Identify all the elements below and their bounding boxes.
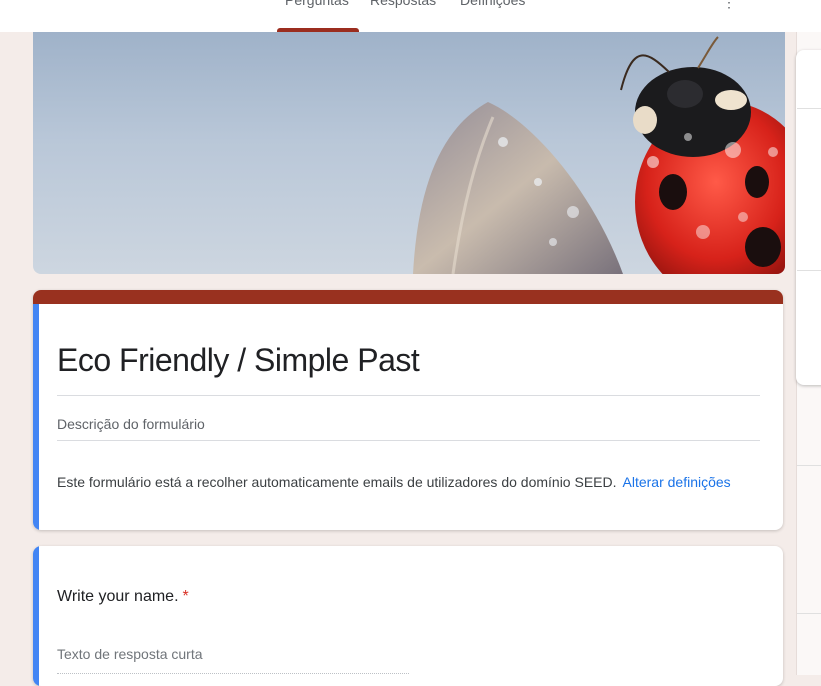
tab-responses[interactable]: Respostas	[370, 0, 436, 20]
selected-card-indicator	[33, 546, 39, 686]
question-text: Write your name.	[57, 588, 179, 605]
short-answer-placeholder: Texto de resposta curta	[57, 646, 203, 662]
form-tab-bar: Perguntas Respostas Definições ⋮	[0, 0, 821, 32]
floating-toolbar[interactable]	[796, 50, 821, 385]
tab-questions[interactable]: Perguntas	[285, 0, 349, 20]
header-image	[33, 32, 785, 274]
email-notice-text: Este formulário está a recolher automati…	[57, 474, 617, 490]
question-title[interactable]: Write your name. *	[57, 588, 189, 606]
more-options-icon[interactable]: ⋮	[722, 0, 736, 11]
form-title-card[interactable]: Eco Friendly / Simple Past Descrição do …	[33, 290, 783, 530]
toolbar-divider	[797, 465, 821, 466]
ladybug-header-image	[413, 36, 785, 274]
theme-color-band	[33, 290, 783, 304]
email-collection-notice: Este formulário está a recolher automati…	[57, 474, 731, 490]
answer-underline	[57, 672, 409, 674]
toolbar-divider	[797, 270, 821, 271]
required-asterisk: *	[182, 588, 189, 605]
tab-settings[interactable]: Definições	[460, 0, 525, 20]
change-settings-link[interactable]: Alterar definições	[623, 474, 731, 490]
toolbar-divider	[797, 108, 821, 109]
description-underline	[57, 440, 760, 441]
title-underline	[57, 395, 760, 396]
form-description-field[interactable]: Descrição do formulário	[57, 416, 205, 432]
form-title[interactable]: Eco Friendly / Simple Past	[57, 342, 757, 379]
toolbar-divider	[797, 613, 821, 614]
question-card[interactable]: Write your name. * Texto de resposta curt…	[33, 546, 783, 686]
selected-card-indicator	[33, 304, 39, 530]
